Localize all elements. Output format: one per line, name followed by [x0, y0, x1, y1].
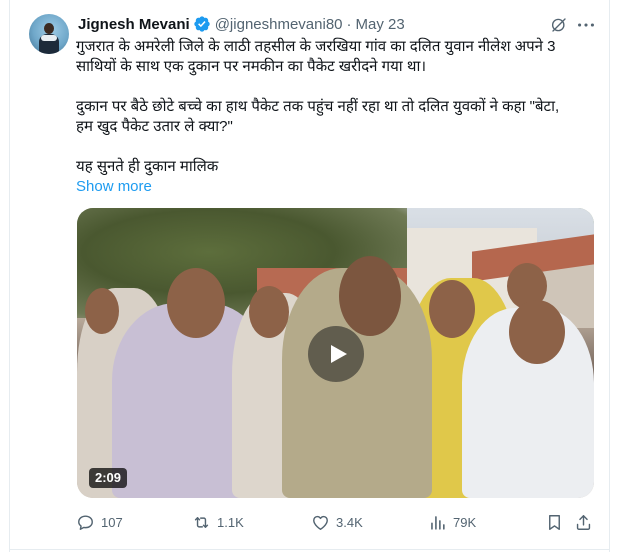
tweet-text-line: दुकान पर बैठे छोटे बच्चे का हाथ पैकेट तक…: [76, 98, 560, 115]
tweet-text-line: हम खुद पैकेट उतार ले क्या?": [76, 118, 233, 135]
like-button[interactable]: 3.4K: [311, 513, 363, 532]
video-face: [509, 300, 565, 364]
share-icon[interactable]: [574, 513, 593, 532]
tweet-date[interactable]: May 23: [356, 16, 405, 33]
reply-button[interactable]: 107: [76, 513, 123, 532]
repost-icon: [194, 517, 209, 528]
verified-badge-icon: [194, 16, 210, 32]
like-count: 3.4K: [336, 515, 363, 530]
more-icon[interactable]: [575, 14, 597, 36]
views-icon: [431, 516, 445, 530]
author-name[interactable]: Jignesh Mevani: [78, 16, 190, 33]
play-icon: [331, 345, 347, 363]
author-handle[interactable]: @jigneshmevani80: [215, 16, 343, 33]
video-face: [339, 256, 401, 336]
repost-button[interactable]: 1.1K: [192, 513, 244, 532]
tweet-text-line: यह सुनते ही दुकान मालिक: [76, 158, 219, 175]
tweet-text-line: साथियों के साथ एक दुकान पर नमकीन का पैके…: [76, 58, 427, 75]
avatar-head: [44, 23, 54, 34]
video-face: [249, 286, 289, 338]
header-separator: ·: [346, 15, 352, 33]
like-icon: [313, 515, 328, 530]
views-count: 79K: [453, 515, 477, 530]
show-more-link[interactable]: Show more: [76, 177, 152, 197]
avatar[interactable]: [29, 14, 69, 54]
views-button[interactable]: 79K: [428, 513, 476, 532]
video-player[interactable]: 2:09: [77, 208, 594, 498]
grok-icon[interactable]: [550, 16, 568, 34]
video-face: [167, 268, 225, 338]
reply-count: 107: [101, 515, 123, 530]
timeline-border-left: [9, 0, 10, 552]
avatar-scarf: [41, 35, 57, 41]
tweet-divider: [9, 549, 610, 550]
tweet-header: Jignesh Mevani @jigneshmevani80 · May 23: [78, 14, 405, 34]
video-duration: 2:09: [89, 468, 128, 488]
repost-count: 1.1K: [217, 515, 244, 530]
timeline-border-right: [609, 0, 610, 552]
tweet-text-line: गुजरात के अमरेली जिले के लाठी तहसील के ज…: [76, 38, 556, 55]
bookmark-icon[interactable]: [545, 513, 564, 532]
video-face: [429, 280, 475, 338]
video-face: [85, 288, 119, 334]
reply-icon: [78, 515, 93, 530]
play-button[interactable]: [308, 326, 364, 382]
